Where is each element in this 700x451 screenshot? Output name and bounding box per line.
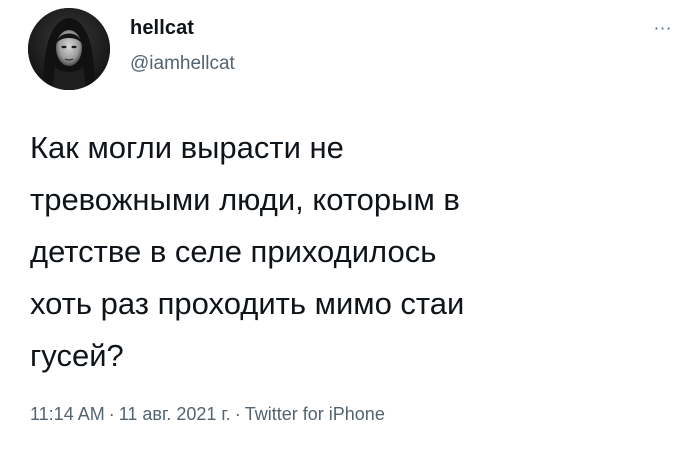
user-handle[interactable]: @iamhellcat (130, 52, 235, 76)
author-block: hellcat @iamhellcat (130, 16, 235, 76)
tweet-card: hellcat @iamhellcat ··· Как могли выраст… (0, 0, 700, 451)
meta-separator: · (234, 404, 241, 424)
avatar[interactable] (28, 8, 110, 90)
tweet-text: Как могли вырасти не тревожными люди, ко… (30, 130, 465, 373)
tweet-source[interactable]: Twitter for iPhone (245, 404, 385, 424)
meta-separator: · (108, 404, 115, 424)
more-horizontal-icon: ··· (653, 18, 673, 38)
display-name[interactable]: hellcat (130, 16, 235, 40)
avatar-image (28, 8, 110, 90)
tweet-time[interactable]: 11:14 AM (30, 404, 105, 424)
tweet-date[interactable]: 11 авг. 2021 г. (119, 404, 231, 424)
tweet-meta: 11:14 AM · 11 авг. 2021 г. · Twitter for iPh… (30, 402, 385, 426)
more-options-button[interactable]: ··· (646, 16, 680, 40)
